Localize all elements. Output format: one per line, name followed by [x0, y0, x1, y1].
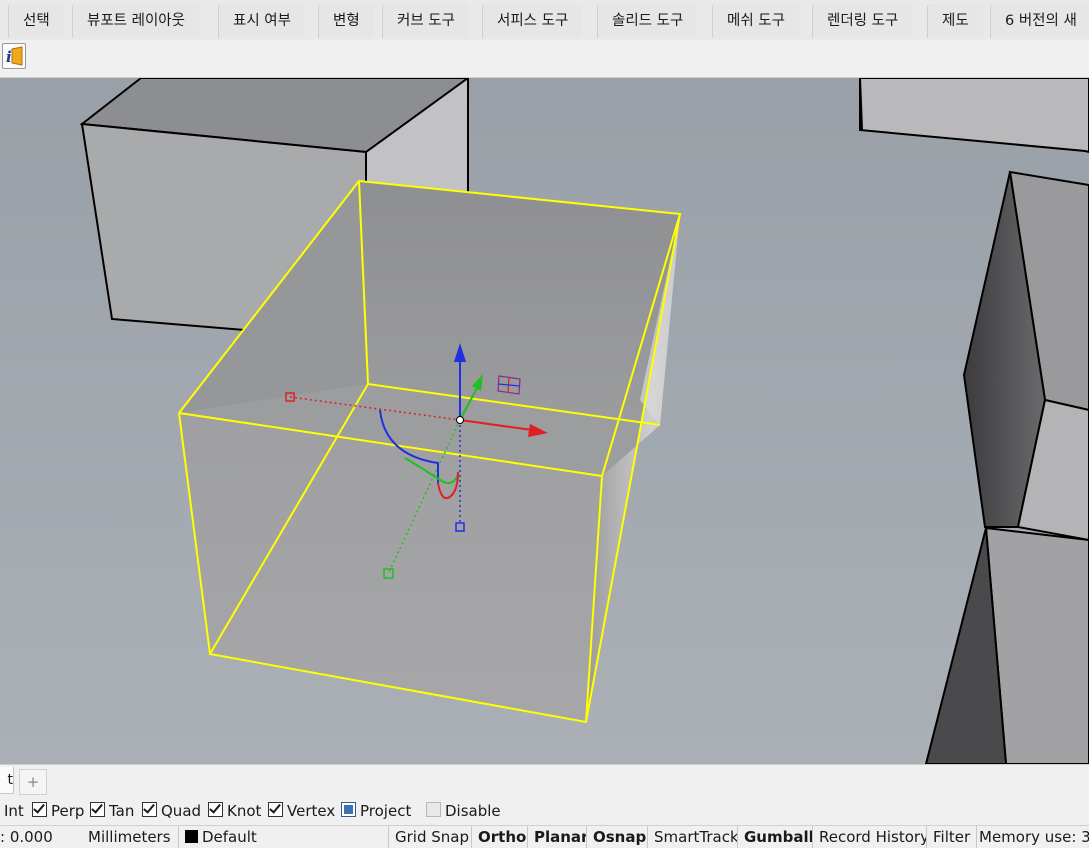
- osnap-bar: Int Perp Tan Quad Knot Vertex Project Di…: [0, 797, 1089, 825]
- status-gumball[interactable]: Gumball: [737, 826, 814, 848]
- status-smarttrack[interactable]: SmartTrack: [647, 826, 738, 848]
- status-coordinates: : 0.000: [0, 828, 53, 846]
- status-osnap[interactable]: Osnap: [586, 826, 647, 848]
- status-bar: : 0.000 Millimeters Default Grid Snap Or…: [0, 825, 1089, 848]
- ribbon-tab-bar: 선택 뷰포트 레이아웃 표시 여부 변형 커브 도구 서피스 도구 솔리드 도구…: [0, 0, 1089, 41]
- status-planar[interactable]: Planar: [527, 826, 587, 848]
- status-grid-snap[interactable]: Grid Snap: [388, 826, 471, 848]
- tab-surface-tools[interactable]: 서피스 도구: [482, 4, 583, 38]
- osnap-quad-checkbox[interactable]: [142, 802, 157, 817]
- tab-curve-tools[interactable]: 커브 도구: [382, 4, 469, 38]
- osnap-int[interactable]: Int: [0, 801, 24, 821]
- osnap-disable-checkbox[interactable]: [426, 802, 441, 817]
- layer-color-swatch: [185, 830, 198, 843]
- viewport-scene: [0, 78, 1089, 764]
- perspective-viewport[interactable]: [0, 78, 1089, 764]
- osnap-tan-checkbox[interactable]: [90, 802, 105, 817]
- status-memory: Memory use: 347: [976, 826, 1089, 848]
- osnap-perp-checkbox[interactable]: [32, 802, 47, 817]
- tab-visibility[interactable]: 표시 여부: [218, 4, 305, 38]
- osnap-disable[interactable]: Disable: [426, 801, 501, 821]
- add-viewport-icon[interactable]: +: [19, 769, 47, 795]
- osnap-vertex-checkbox[interactable]: [268, 802, 283, 817]
- tab-mesh-tools[interactable]: 메쉬 도구: [712, 4, 799, 38]
- osnap-perp[interactable]: Perp: [32, 801, 84, 821]
- osnap-project-checkbox[interactable]: [341, 802, 356, 817]
- osnap-quad[interactable]: Quad: [142, 801, 201, 821]
- osnap-knot[interactable]: Knot: [208, 801, 261, 821]
- svg-text:i: i: [6, 48, 12, 66]
- tab-drafting[interactable]: 제도: [927, 4, 983, 38]
- status-units[interactable]: Millimeters: [82, 826, 180, 848]
- tab-transform[interactable]: 변형: [318, 4, 374, 38]
- info-icon-glyph: i: [6, 46, 23, 66]
- viewport-tab-perspective[interactable]: t: [0, 767, 14, 794]
- tab-new-in-v6[interactable]: 6 버전의 새: [990, 4, 1089, 38]
- gumball-center[interactable]: [456, 416, 464, 424]
- osnap-knot-checkbox[interactable]: [208, 802, 223, 817]
- status-filter[interactable]: Filter: [926, 826, 977, 848]
- osnap-tan[interactable]: Tan: [90, 801, 134, 821]
- status-layer-label: Default: [202, 828, 257, 846]
- status-layer[interactable]: Default: [178, 826, 385, 848]
- osnap-vertex[interactable]: Vertex: [268, 801, 335, 821]
- tab-viewport-layout[interactable]: 뷰포트 레이아웃: [72, 4, 199, 38]
- toolbar: i: [0, 40, 1089, 78]
- osnap-project[interactable]: Project: [341, 801, 411, 821]
- status-ortho[interactable]: Ortho: [471, 826, 528, 848]
- status-record-history[interactable]: Record History: [812, 826, 926, 848]
- tab-select[interactable]: 선택: [8, 4, 64, 38]
- info-icon[interactable]: i: [2, 43, 26, 69]
- tab-solid-tools[interactable]: 솔리드 도구: [597, 4, 698, 38]
- viewport-tab-bar: t +: [0, 764, 1089, 798]
- tab-render-tools[interactable]: 렌더링 도구: [812, 4, 913, 38]
